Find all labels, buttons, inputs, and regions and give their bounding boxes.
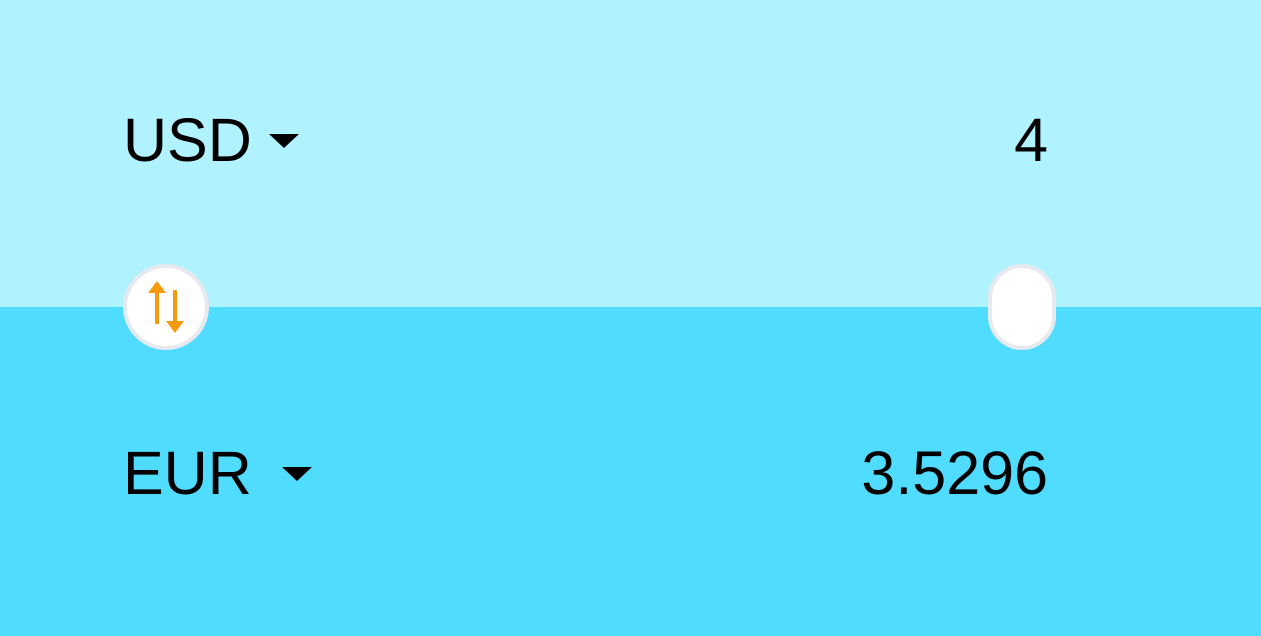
caret-down-icon [281, 466, 312, 481]
target-amount: 3.5296 [861, 439, 1048, 507]
target-currency-dropdown[interactable]: EUR [123, 443, 312, 504]
swap-currencies-button[interactable] [123, 264, 209, 350]
pill-toggle-button[interactable] [988, 264, 1056, 350]
currency-converter: USD 4 EUR 3.5296 [0, 0, 1261, 636]
source-amount[interactable]: 4 [1014, 110, 1048, 171]
source-currency-code: USD [123, 106, 252, 174]
source-currency-dropdown[interactable]: USD [123, 110, 299, 171]
target-currency-code: EUR [123, 439, 252, 507]
caret-down-icon [268, 133, 299, 148]
swap-vertical-arrows-icon [148, 281, 184, 333]
